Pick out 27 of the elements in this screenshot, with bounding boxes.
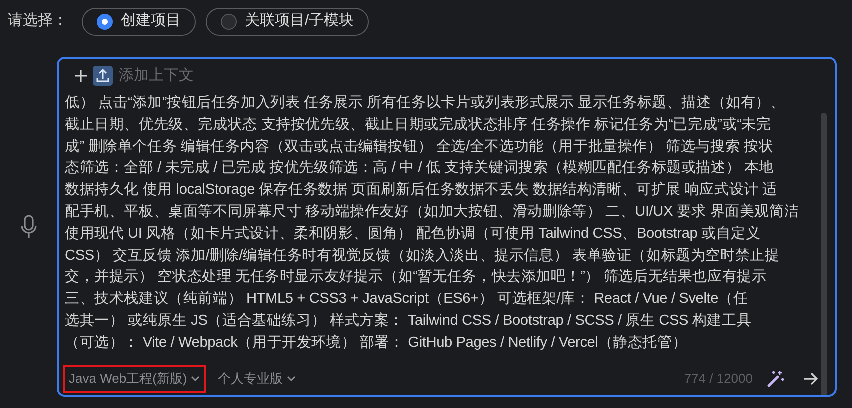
text-line: 交，并提示） 空状态处理 无任务时显示友好提示（如“暂无任务，快去添加吧！”） 筛选后无结果也应有提示 (65, 268, 768, 288)
prompt-label: 请选择： (8, 11, 68, 32)
project-type-dropdown[interactable]: Java Web工程(新版) (63, 365, 206, 393)
add-context-label[interactable]: 添加上下文 (119, 64, 194, 88)
send-arrow-icon[interactable] (803, 372, 819, 386)
text-line: 配手机、平板、桌面等不同屏幕尺寸 移动端操作友好（如加大按钮、滑动删除等） 二、UI/UX 要求 界面美观简洁 (65, 202, 800, 222)
plus-icon[interactable] (75, 70, 87, 82)
text-line: 截止日期、优先级、完成状态 支持按优先级、截止日期或完成状态排序 任务操作 标记任务为“已完成”或“未完 (65, 116, 772, 135)
text-line: 态筛选：全部 / 未完成 / 已完成 按优先级筛选：高 / 中 / 低 支持关键词搜索（模糊匹配任务标题或描述） 本地 (65, 158, 776, 178)
text-line: 数据持久化 使用 localStorage 保存任务数据 页面刷新后任务数据不丢失 数据结构清晰、可扩展 响应式设计 适 (65, 180, 779, 200)
text-line: 低） 点击“添加”按钮后任务加入列表 任务展示 所有任务以卡片或列表形式展示 显示任务标题、描述（如有）、 (65, 94, 786, 113)
upload-icon[interactable] (93, 66, 113, 86)
chevron-down-icon (191, 376, 200, 382)
text-line: CSS） 交互反馈 添加/删除/编辑任务时有视觉反馈（如淡入淡出、提示信息） 表单验证（如标题为空时禁止提 (65, 246, 781, 266)
prompt-input-box[interactable] (57, 57, 837, 397)
text-line: 选其一） 或纯原生 JS（适合基础练习） 样式方案： Tailwind CSS / Bootstrap / SCSS / 原生 CSS 构建工具 (65, 312, 753, 331)
edition-dropdown[interactable]: 个人专业版 (218, 369, 296, 389)
chevron-down-icon (287, 376, 296, 382)
text-line: 使用现代 UI 风格（如卡片式设计、柔和阴影、圆角） 配色协调（可使用 Tailwind CSS、Bootstrap 或自定义 (65, 224, 762, 244)
text-line: （可选）： Vite / Webpack（用于开发环境） 部署： GitHub Pages / Netlify / Vercel（静态托管） (65, 334, 688, 353)
radio-option[interactable]: 关联项目/子模块 (206, 8, 370, 36)
text-line: 成” 删除单个任务 编辑任务内容（双击或点击编辑按钮） 全选/全不选功能（用于批量操作） 筛选与搜索 按状 (65, 138, 775, 157)
magic-wand-icon[interactable] (767, 370, 785, 388)
text-line: 三、技术栈建议（纯前端） HTML5 + CSS3 + JavaScript（ES6+） 可选框架/库： React / Vue / Svelte（任 (65, 290, 750, 310)
radio-option[interactable]: 创建项目 (82, 8, 196, 36)
microphone-icon[interactable] (20, 215, 36, 239)
character-counter: 774 / 12000 (684, 370, 753, 388)
